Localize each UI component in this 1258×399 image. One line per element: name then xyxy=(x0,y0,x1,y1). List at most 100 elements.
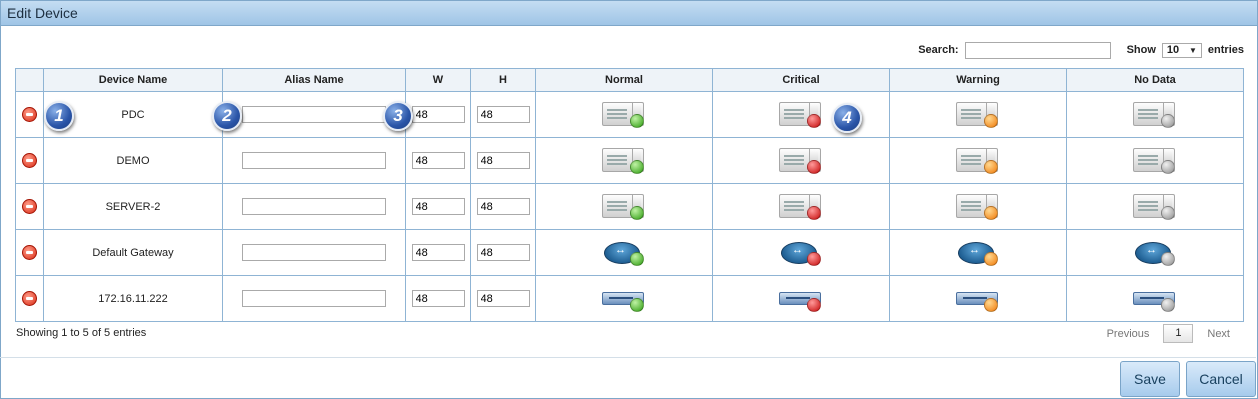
server-nodata-icon[interactable] xyxy=(1133,192,1177,222)
server-nodata-icon[interactable] xyxy=(1133,100,1177,130)
server-warning-icon[interactable] xyxy=(956,146,1000,176)
column-header[interactable]: W xyxy=(405,68,471,92)
entries-select[interactable]: 10 ▼ xyxy=(1161,42,1202,58)
server-critical-icon[interactable] xyxy=(779,100,823,130)
switch-critical-icon[interactable] xyxy=(779,284,823,314)
server-normal-icon[interactable] xyxy=(602,100,646,130)
critical-icon-cell xyxy=(712,137,890,184)
width-input[interactable] xyxy=(411,198,465,215)
save-button[interactable]: Save xyxy=(1120,361,1180,397)
status-critical-dot-icon xyxy=(807,113,821,128)
pagination: Previous 1 Next xyxy=(1107,324,1230,343)
height-input[interactable] xyxy=(476,290,530,307)
width-input[interactable] xyxy=(411,290,465,307)
height-input[interactable] xyxy=(476,152,530,169)
dialog-titlebar[interactable]: Edit Device xyxy=(1,1,1257,26)
warning-icon-cell xyxy=(889,275,1067,322)
router-normal-icon[interactable] xyxy=(602,238,646,268)
device-name-cell: DEMO xyxy=(43,137,223,184)
device-table: Device Name Alias Name W H Normal Critic… xyxy=(15,68,1244,322)
height-cell xyxy=(470,91,536,138)
remove-cell xyxy=(15,137,44,184)
switch-normal-icon[interactable] xyxy=(602,284,646,314)
height-input[interactable] xyxy=(476,198,530,215)
table-row: SERVER-2 xyxy=(15,183,1244,230)
server-critical-icon[interactable] xyxy=(779,146,823,176)
router-warning-icon[interactable] xyxy=(956,238,1000,268)
nodata-icon-cell xyxy=(1066,183,1244,230)
height-input[interactable] xyxy=(476,106,530,123)
table-row: Default Gateway xyxy=(15,229,1244,276)
server-nodata-icon[interactable] xyxy=(1133,146,1177,176)
table-toolbar: Search: Show 10 ▼ entries xyxy=(918,41,1244,59)
remove-device-icon[interactable] xyxy=(22,245,37,260)
step-badge-4: 4 xyxy=(832,103,862,133)
critical-icon-cell xyxy=(712,183,890,230)
table-row: DEMO xyxy=(15,137,1244,184)
width-input[interactable] xyxy=(411,152,465,169)
column-header[interactable]: Alias Name xyxy=(222,68,406,92)
remove-cell xyxy=(15,91,44,138)
status-warning-dot-icon xyxy=(984,251,998,266)
critical-icon-cell xyxy=(712,229,890,276)
page-1-button[interactable]: 1 xyxy=(1163,324,1194,343)
status-normal-dot-icon xyxy=(630,297,644,312)
server-critical-icon[interactable] xyxy=(779,192,823,222)
status-nodata-dot-icon xyxy=(1161,297,1175,312)
nodata-icon-cell xyxy=(1066,91,1244,138)
width-input[interactable] xyxy=(411,106,465,123)
server-normal-icon[interactable] xyxy=(602,146,646,176)
width-input[interactable] xyxy=(411,244,465,261)
critical-icon-cell xyxy=(712,91,890,138)
width-cell xyxy=(405,183,471,230)
cancel-button[interactable]: Cancel xyxy=(1186,361,1256,397)
status-critical-dot-icon xyxy=(807,205,821,220)
alias-name-input[interactable] xyxy=(242,244,386,261)
step-badge-3: 3 xyxy=(383,101,413,131)
status-critical-dot-icon xyxy=(807,251,821,266)
height-input[interactable] xyxy=(476,244,530,261)
height-cell xyxy=(470,229,536,276)
next-page-link[interactable]: Next xyxy=(1207,328,1230,340)
alias-name-input[interactable] xyxy=(242,198,386,215)
remove-device-icon[interactable] xyxy=(22,153,37,168)
alias-name-input[interactable] xyxy=(242,106,386,123)
device-name-cell: Default Gateway xyxy=(43,229,223,276)
remove-device-icon[interactable] xyxy=(22,107,37,122)
table-body: PDCDEMOSERVER-2Default Gateway172.16.11.… xyxy=(15,91,1244,322)
alias-cell xyxy=(222,229,406,276)
server-warning-icon[interactable] xyxy=(956,100,1000,130)
column-header[interactable]: No Data xyxy=(1066,68,1244,92)
remove-device-icon[interactable] xyxy=(22,291,37,306)
previous-page-link[interactable]: Previous xyxy=(1107,328,1150,340)
column-header[interactable]: Normal xyxy=(535,68,713,92)
width-cell xyxy=(405,137,471,184)
column-header[interactable]: Device Name xyxy=(43,68,223,92)
table-row: 172.16.11.222 xyxy=(15,275,1244,322)
status-nodata-dot-icon xyxy=(1161,113,1175,128)
remove-device-icon[interactable] xyxy=(22,199,37,214)
column-header[interactable]: H xyxy=(470,68,536,92)
status-nodata-dot-icon xyxy=(1161,205,1175,220)
alias-name-input[interactable] xyxy=(242,290,386,307)
status-critical-dot-icon xyxy=(807,159,821,174)
search-input[interactable] xyxy=(964,41,1111,59)
status-normal-dot-icon xyxy=(630,159,644,174)
router-critical-icon[interactable] xyxy=(779,238,823,268)
nodata-icon-cell xyxy=(1066,229,1244,276)
alias-name-input[interactable] xyxy=(242,152,386,169)
status-normal-dot-icon xyxy=(630,113,644,128)
search-label: Search: xyxy=(918,44,959,56)
alias-cell xyxy=(222,183,406,230)
server-normal-icon[interactable] xyxy=(602,192,646,222)
column-header[interactable]: Warning xyxy=(889,68,1067,92)
status-warning-dot-icon xyxy=(984,159,998,174)
normal-icon-cell xyxy=(535,229,713,276)
alias-cell xyxy=(222,137,406,184)
server-warning-icon[interactable] xyxy=(956,192,1000,222)
switch-nodata-icon[interactable] xyxy=(1133,284,1177,314)
switch-warning-icon[interactable] xyxy=(956,284,1000,314)
router-nodata-icon[interactable] xyxy=(1133,238,1177,268)
column-header[interactable]: Critical xyxy=(712,68,890,92)
normal-icon-cell xyxy=(535,183,713,230)
